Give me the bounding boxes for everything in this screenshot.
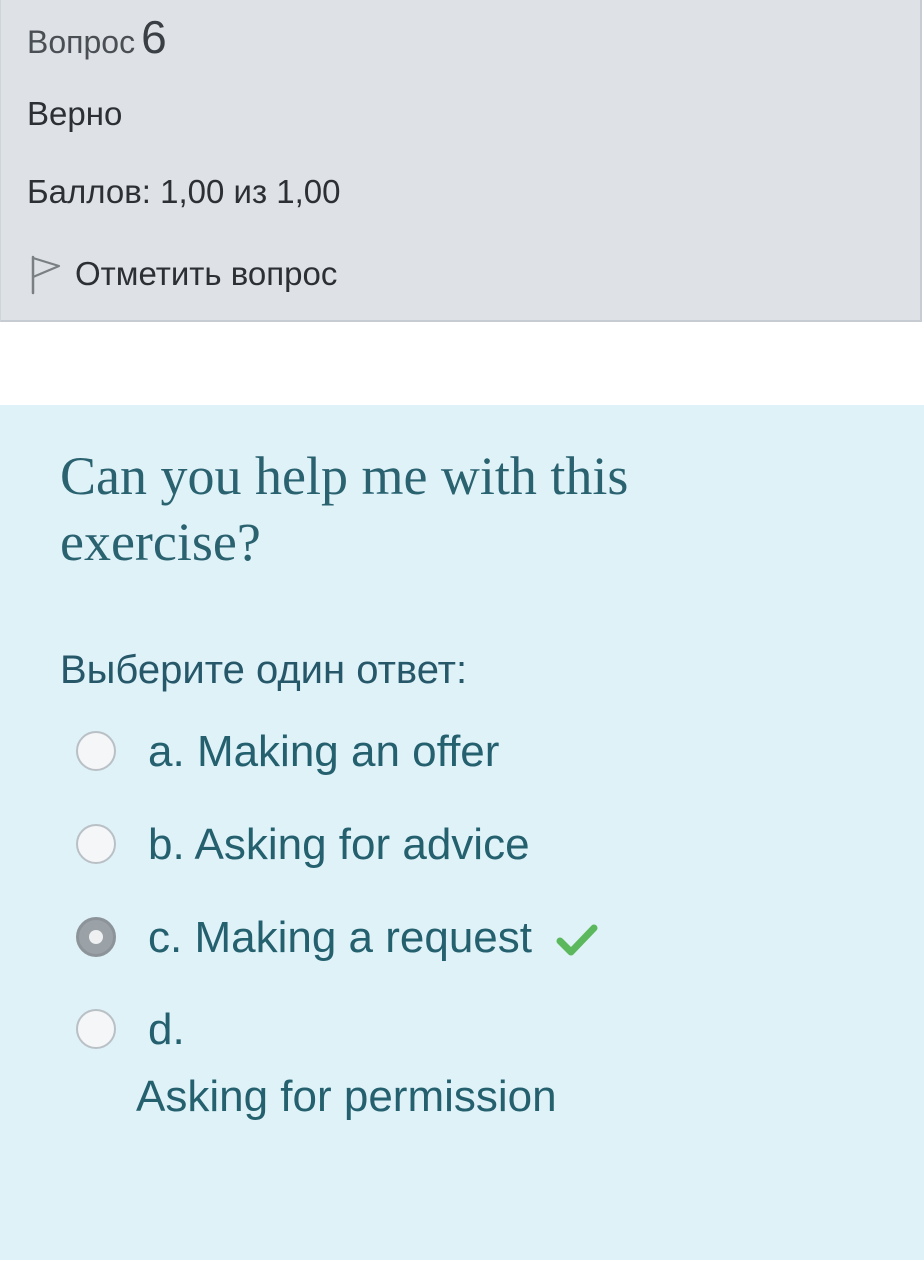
radio-button-selected[interactable] — [76, 917, 116, 957]
answer-option-b[interactable]: b. Asking for advice — [76, 820, 530, 870]
answer-label-c: c. Making a request — [148, 913, 598, 963]
answer-option-a[interactable]: a. Making an offer — [76, 727, 499, 777]
answer-label-b: b. Asking for advice — [148, 820, 530, 869]
answer-option-d[interactable]: d. — [76, 1005, 776, 1065]
radio-button[interactable] — [76, 824, 116, 864]
answer-label-d: Asking for permission — [136, 1072, 557, 1121]
flag-icon — [31, 255, 61, 295]
question-text: Can you help me with this exercise? — [60, 446, 629, 572]
question-label: Вопрос — [27, 24, 136, 60]
flag-label: Отметить вопрос — [75, 255, 338, 292]
radio-button[interactable] — [76, 731, 116, 771]
question-content: Can you help me with this exercise? Выбе… — [0, 405, 924, 1260]
question-grade: Баллов: 1,00 из 1,00 — [27, 173, 341, 210]
answer-option-c[interactable]: c. Making a request — [76, 913, 598, 963]
answer-letter-d: d. — [148, 1005, 185, 1054]
flag-question-link[interactable]: Отметить вопрос — [27, 252, 337, 296]
radio-button[interactable] — [76, 1009, 116, 1049]
check-icon — [556, 924, 598, 956]
question-state: Верно — [27, 95, 123, 132]
answer-label-a: a. Making an offer — [148, 727, 500, 776]
answer-prompt: Выберите один ответ: — [60, 648, 468, 692]
question-info-panel: Вопрос 6 Верно Баллов: 1,00 из 1,00 Отмет… — [0, 0, 922, 322]
question-heading: Вопрос 6 — [27, 10, 167, 64]
question-number: 6 — [141, 11, 167, 63]
